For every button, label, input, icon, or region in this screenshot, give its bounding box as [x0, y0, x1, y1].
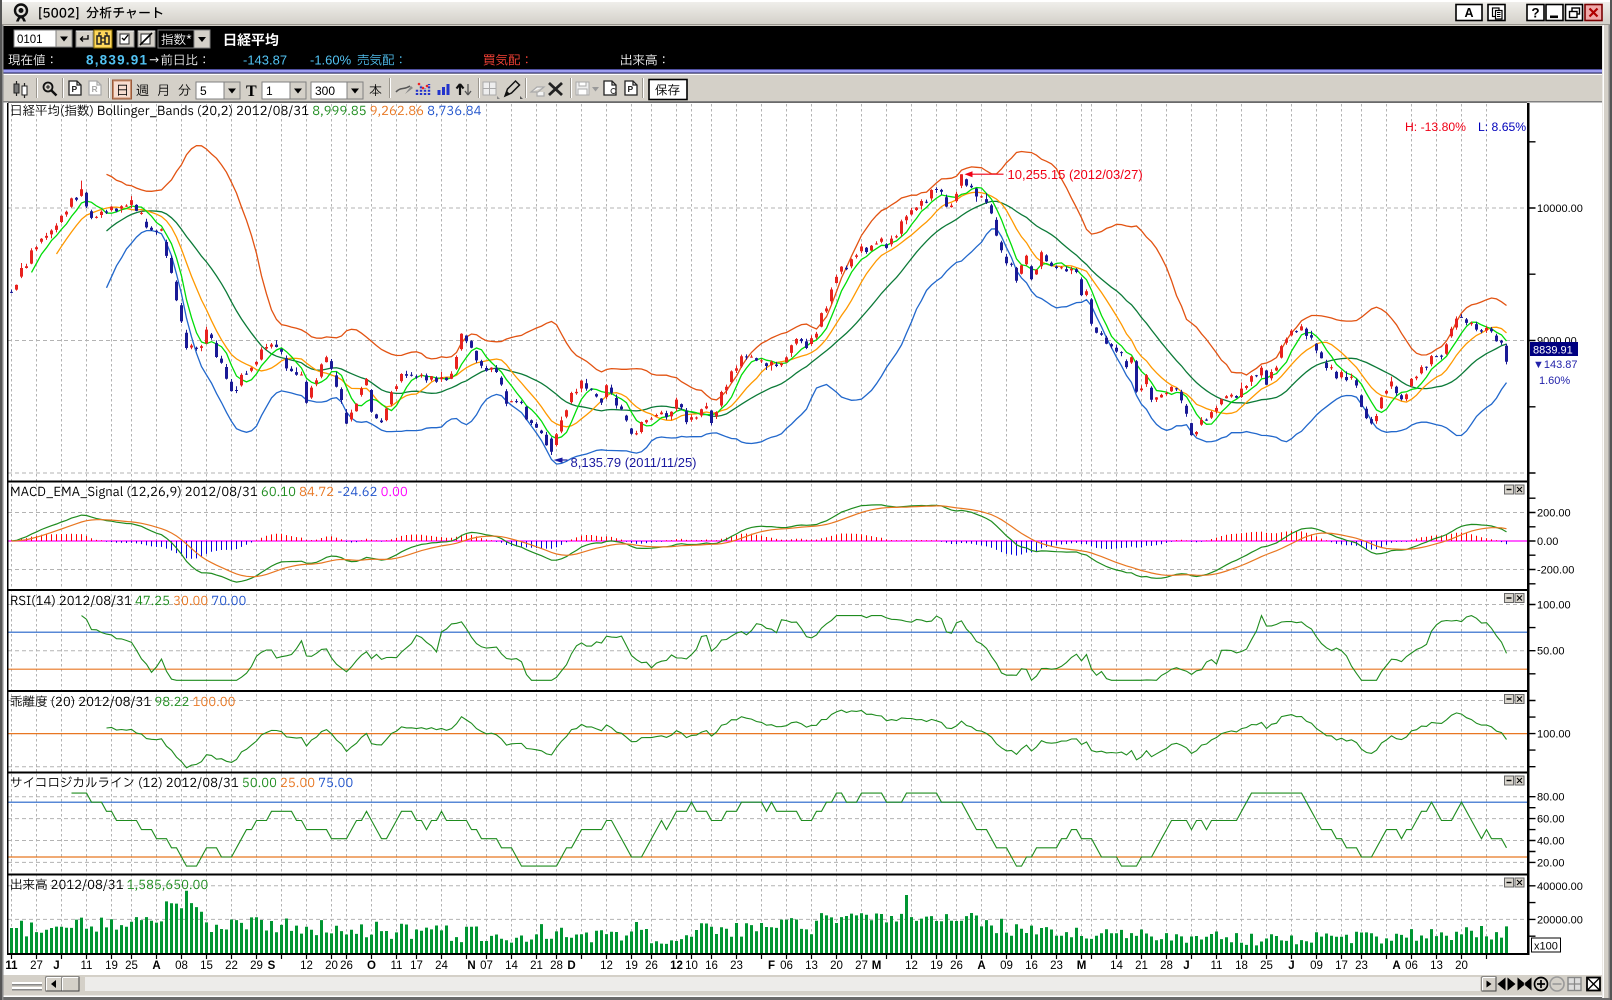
svg-text:5: 5 — [200, 84, 207, 98]
svg-text:8,839.91: 8,839.91 — [86, 53, 148, 68]
svg-text:-1.60%: -1.60% — [310, 53, 352, 68]
svg-text:R: R — [92, 84, 98, 94]
svg-text:P: P — [628, 84, 634, 94]
svg-text:300: 300 — [315, 84, 335, 98]
svg-text:P: P — [72, 84, 78, 94]
svg-text:0101: 0101 — [17, 34, 43, 46]
svg-text:T: T — [246, 83, 257, 100]
svg-text:?: ? — [1531, 6, 1539, 21]
svg-text:-143.87: -143.87 — [243, 53, 287, 68]
svg-text:A: A — [1464, 6, 1473, 20]
svg-text:1: 1 — [266, 84, 273, 98]
